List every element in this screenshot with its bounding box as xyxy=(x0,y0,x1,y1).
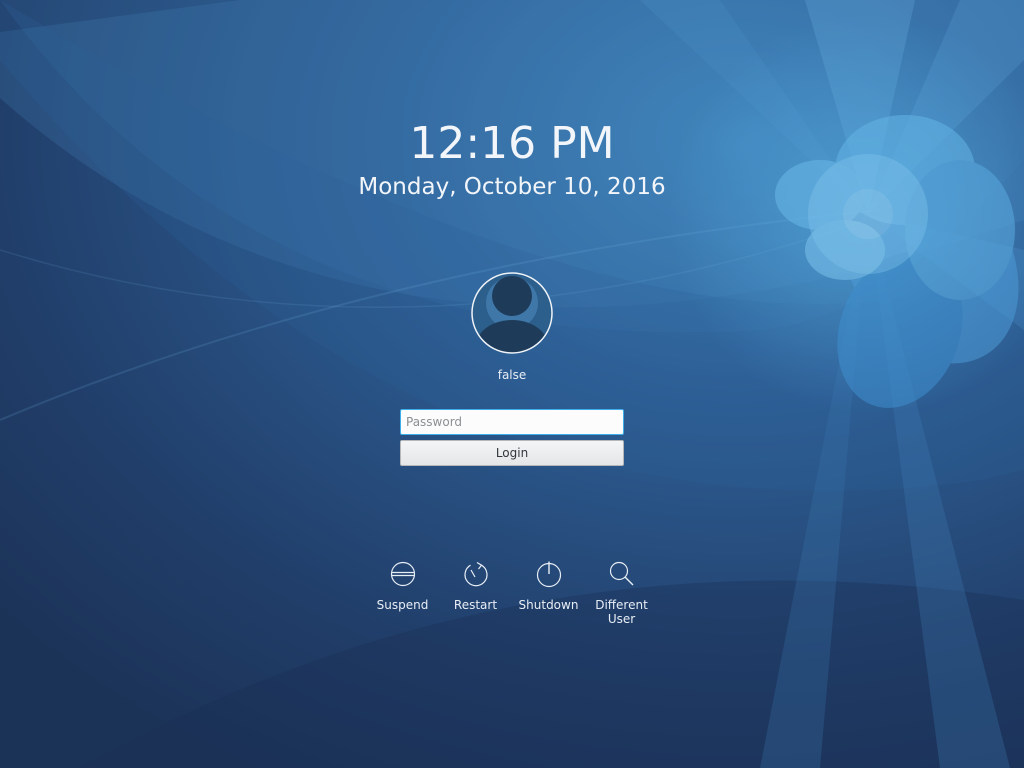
suspend-label: Suspend xyxy=(376,598,429,612)
login-button[interactable]: Login xyxy=(400,440,624,466)
suspend-button[interactable]: Suspend xyxy=(366,560,439,612)
clock-time: 12:16 PM xyxy=(409,118,615,169)
shutdown-label: Shutdown xyxy=(518,598,579,612)
username-label: false xyxy=(497,368,527,382)
user-avatar-icon[interactable] xyxy=(470,271,554,355)
different-user-button[interactable]: Different User xyxy=(585,560,658,626)
suspend-icon xyxy=(390,561,415,587)
shutdown-button[interactable]: Shutdown xyxy=(512,560,585,612)
different-user-label: Different User xyxy=(595,598,648,626)
restart-label: Restart xyxy=(453,598,498,612)
search-icon xyxy=(609,561,633,586)
clock-date: Monday, October 10, 2016 xyxy=(358,174,666,200)
restart-icon xyxy=(463,561,488,587)
restart-button[interactable]: Restart xyxy=(439,560,512,612)
wallpaper-background xyxy=(0,0,1024,768)
password-field[interactable] xyxy=(400,409,624,435)
session-actions: Suspend Restart Shutdown Different User xyxy=(366,560,658,630)
shutdown-icon xyxy=(536,561,561,588)
